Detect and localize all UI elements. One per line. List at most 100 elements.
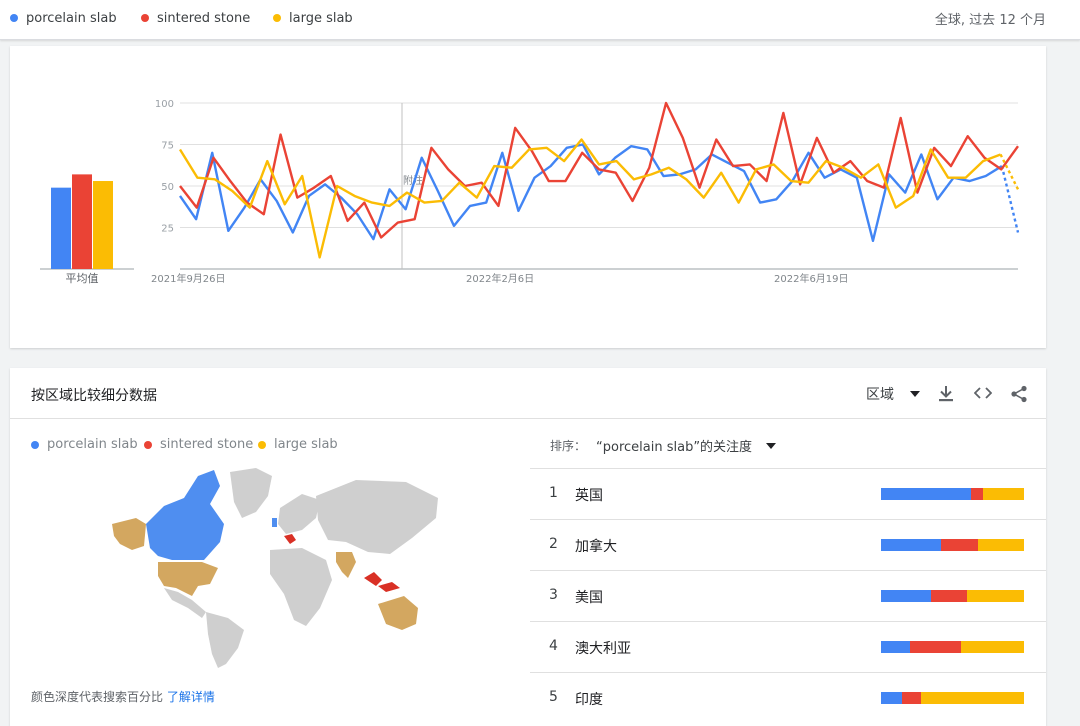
region-europe[interactable] — [278, 494, 320, 534]
legend-large-slab[interactable]: large slab — [273, 9, 353, 27]
share-button[interactable] — [1010, 385, 1028, 403]
share-segment — [961, 641, 1024, 653]
share-segment — [881, 641, 910, 653]
series-line — [179, 101, 1019, 239]
region-uk[interactable] — [272, 518, 277, 527]
row-rank: 3 — [549, 587, 558, 603]
embed-button[interactable] — [974, 387, 992, 399]
region-canada[interactable] — [146, 470, 224, 560]
dropdown-caret-icon — [910, 391, 920, 397]
average-bar — [51, 187, 71, 269]
learn-more-link[interactable]: 了解详情 — [167, 690, 215, 704]
row-region-name: 加拿大 — [575, 539, 617, 555]
share-bar — [881, 641, 1024, 653]
legend-label: sintered stone — [160, 437, 254, 452]
card-title: 按区域比较细分数据 — [31, 388, 157, 404]
region-selector-label: 区域 — [866, 387, 894, 403]
series-line — [179, 143, 1003, 242]
map-legend-sintered-stone: sintered stone — [144, 437, 253, 452]
region-india[interactable] — [336, 552, 356, 578]
y-tick-label: 50 — [161, 182, 174, 193]
legend-sintered-stone[interactable]: sintered stone — [141, 9, 250, 27]
map-legend-large-slab: large slab — [258, 437, 338, 452]
interest-over-time-card: 平均值 25 50 75 100 2021年9月26日 2022年2月6日 2022年6月19… — [10, 46, 1046, 348]
download-icon — [939, 386, 953, 402]
list-item[interactable]: 5 印度 — [530, 672, 1046, 723]
region-africa[interactable] — [270, 548, 332, 626]
series-dot-icon — [141, 14, 149, 22]
x-tick-label: 2022年6月19日 — [774, 272, 849, 285]
footnote-text: 颜色深度代表搜索百分比 — [31, 690, 164, 704]
interest-line-chart[interactable]: 平均值 25 50 75 100 2021年9月26日 2022年2月6日 2022年6月19… — [10, 46, 1046, 348]
series-dot-icon — [273, 14, 281, 22]
list-item[interactable]: 1 英国 — [530, 468, 1046, 519]
list-item[interactable]: 4 澳大利亚 — [530, 621, 1046, 672]
list-item[interactable]: 3 美国 — [530, 570, 1046, 621]
list-item[interactable]: 2 加拿大 — [530, 519, 1046, 570]
share-segment — [978, 539, 1024, 551]
region-selector[interactable]: 区域 — [866, 384, 920, 404]
share-segment — [909, 641, 962, 653]
y-tick-label: 100 — [155, 99, 174, 110]
region-asia[interactable] — [316, 480, 438, 554]
legend-label: porcelain slab — [26, 10, 117, 26]
sort-value: “porcelain slab”的关注度 — [596, 440, 753, 455]
legend-label: porcelain slab — [47, 437, 138, 452]
region-alaska[interactable] — [112, 518, 146, 550]
region-australia[interactable] — [378, 596, 418, 630]
map-legend-porcelain-slab: porcelain slab — [31, 437, 138, 452]
region-south-america[interactable] — [206, 612, 244, 668]
region-italy[interactable] — [284, 534, 296, 544]
region-indonesia[interactable] — [378, 582, 400, 592]
y-tick-label: 75 — [161, 141, 174, 152]
legend-porcelain-slab[interactable]: porcelain slab — [10, 9, 117, 27]
share-segment — [881, 692, 903, 704]
share-segment — [931, 590, 967, 602]
share-segment — [921, 692, 1024, 704]
share-bar — [881, 539, 1024, 551]
series-dot-icon — [258, 440, 266, 449]
average-label: 平均值 — [66, 272, 99, 285]
x-tick-label: 2021年9月26日 — [151, 272, 226, 285]
sort-label: 排序： — [550, 439, 587, 453]
row-region-name: 印度 — [575, 692, 603, 708]
region-greenland[interactable] — [230, 468, 272, 518]
series-dot-icon — [144, 440, 152, 449]
share-segment — [902, 692, 922, 704]
y-tick-label: 25 — [161, 224, 174, 235]
dropdown-caret-icon — [766, 442, 777, 449]
map-footnote: 颜色深度代表搜索百分比 了解详情 — [31, 688, 215, 705]
header-divider — [10, 418, 1046, 419]
average-bar — [93, 181, 113, 269]
share-segment — [941, 539, 979, 551]
share-segment — [881, 488, 972, 500]
legend-label: sintered stone — [157, 10, 251, 26]
row-rank: 1 — [549, 485, 558, 501]
compare-header: porcelain slab sintered stone large slab… — [0, 0, 1080, 40]
row-region-name: 美国 — [575, 590, 603, 606]
share-segment — [966, 590, 1024, 602]
download-button[interactable] — [939, 386, 953, 402]
series-dot-icon — [10, 14, 18, 22]
world-map[interactable] — [106, 468, 446, 668]
x-tick-label: 2022年2月6日 — [466, 272, 534, 285]
share-segment — [881, 539, 942, 551]
embed-code-icon — [974, 387, 992, 399]
legend-label: large slab — [289, 10, 353, 26]
row-rank: 4 — [549, 638, 558, 654]
region-malaysia[interactable] — [364, 572, 382, 586]
share-segment — [982, 488, 1024, 500]
average-bar — [72, 174, 92, 269]
row-rank: 5 — [549, 689, 558, 705]
sort-selector[interactable]: 排序： “porcelain slab”的关注度 — [550, 436, 777, 455]
share-bar — [881, 692, 1024, 704]
scope-label[interactable]: 全球, 过去 12 个月 — [935, 9, 1046, 28]
row-region-name: 英国 — [575, 488, 603, 504]
region-list: 1 英国 2 加拿大 3 美国 4 澳大利亚 5 印度 — [530, 468, 1046, 723]
series-partial-line — [1000, 165, 1020, 233]
share-icon — [1011, 385, 1027, 403]
legend-label: large slab — [274, 437, 338, 452]
row-rank: 2 — [549, 536, 558, 552]
share-segment — [881, 590, 932, 602]
series-dot-icon — [31, 440, 39, 449]
